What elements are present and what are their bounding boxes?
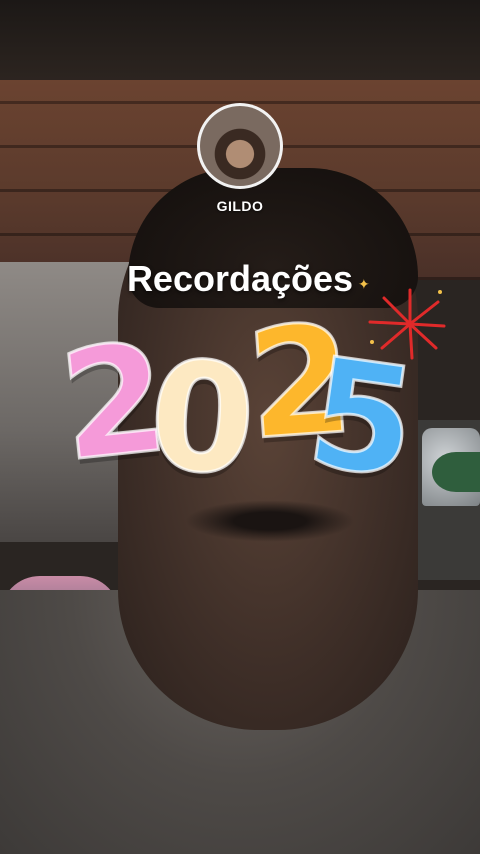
profile-username: GILDO xyxy=(216,198,264,214)
profile-avatar[interactable] xyxy=(197,103,283,189)
year-digit: 0 xyxy=(143,327,262,511)
avatar-photo xyxy=(200,106,280,186)
story-frame: GILDO Recordações ✦ 2 0 2 5 xyxy=(0,0,480,854)
firework-icon xyxy=(368,288,446,360)
